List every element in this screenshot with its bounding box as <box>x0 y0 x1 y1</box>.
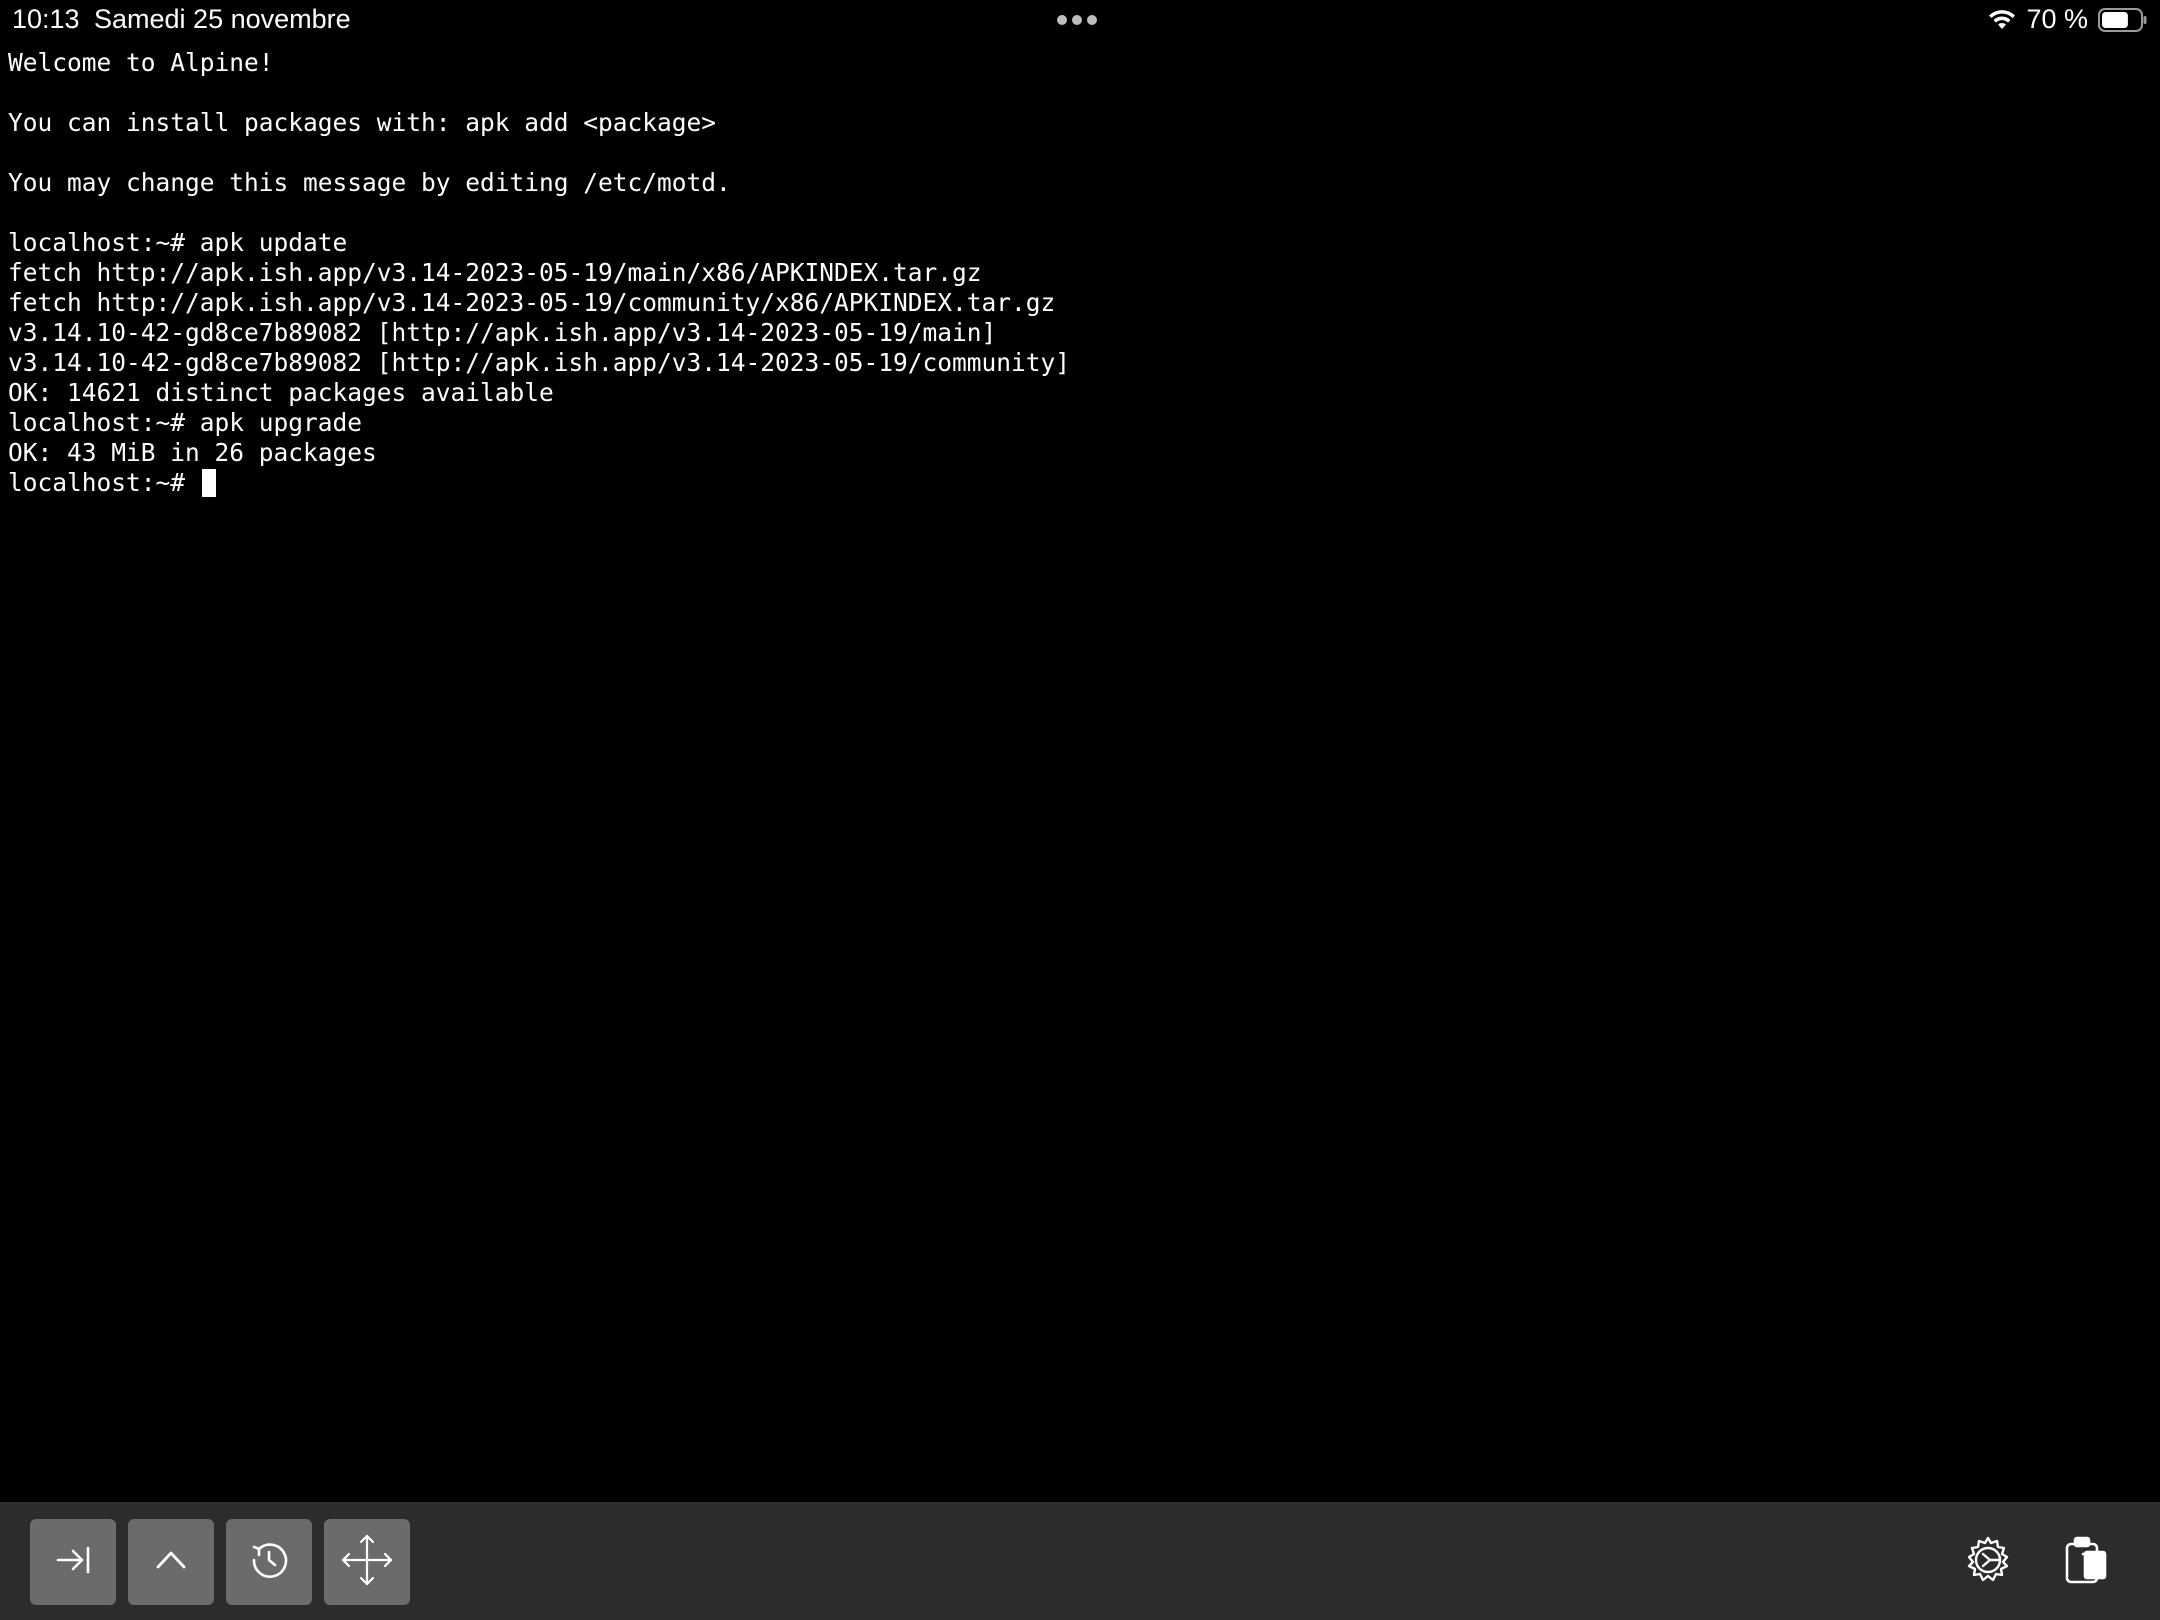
terminal-line: You can install packages with: apk add <… <box>8 108 717 137</box>
terminal-line: OK: 43 MiB in 26 packages <box>8 438 377 467</box>
settings-gear-icon <box>1963 1535 2013 1590</box>
terminal-line: fetch http://apk.ish.app/v3.14-2023-05-1… <box>8 288 1056 317</box>
terminal-line: localhost:~# apk upgrade <box>8 408 363 437</box>
terminal-line: localhost:~# apk update <box>8 228 348 257</box>
text-cursor <box>201 469 216 497</box>
arrow-keys-button[interactable] <box>324 1519 410 1605</box>
status-date: Samedi 25 novembre <box>94 4 351 34</box>
settings-button[interactable] <box>1948 1522 2028 1602</box>
tab-key-icon <box>53 1540 93 1585</box>
status-right: 70 % <box>1988 4 2148 35</box>
paste-button[interactable] <box>2046 1522 2126 1602</box>
battery-percentage: 70 % <box>2026 4 2088 34</box>
wifi-icon <box>1988 9 2016 31</box>
keyboard-accessory-toolbar <box>0 1502 2160 1620</box>
status-bar: 10:13 Samedi 25 novembre 70 % <box>0 0 2160 40</box>
escape-key-icon <box>248 1539 290 1586</box>
multitasking-dots-icon[interactable] <box>1057 15 1097 25</box>
status-time: 10:13 <box>12 4 80 34</box>
terminal-line: Welcome to Alpine! <box>8 48 274 77</box>
terminal-prompt: localhost:~# <box>8 468 200 497</box>
terminal-line: OK: 14621 distinct packages available <box>8 378 554 407</box>
terminal-line: fetch http://apk.ish.app/v3.14-2023-05-1… <box>8 258 982 287</box>
paste-clipboard-icon <box>2061 1532 2111 1593</box>
control-key-button[interactable] <box>128 1519 214 1605</box>
battery-icon <box>2098 7 2148 33</box>
arrow-keys-icon <box>339 1532 395 1593</box>
control-key-icon <box>151 1540 191 1585</box>
escape-key-button[interactable] <box>226 1519 312 1605</box>
tab-key-button[interactable] <box>30 1519 116 1605</box>
terminal-line: You may change this message by editing /… <box>8 168 731 197</box>
terminal-prompt-line[interactable]: localhost:~# <box>8 468 2152 498</box>
terminal-line: v3.14.10-42-gd8ce7b89082 [http://apk.ish… <box>8 318 997 347</box>
terminal-line: v3.14.10-42-gd8ce7b89082 [http://apk.ish… <box>8 348 1071 377</box>
terminal-output[interactable]: Welcome to Alpine! You can install packa… <box>8 48 2152 1480</box>
